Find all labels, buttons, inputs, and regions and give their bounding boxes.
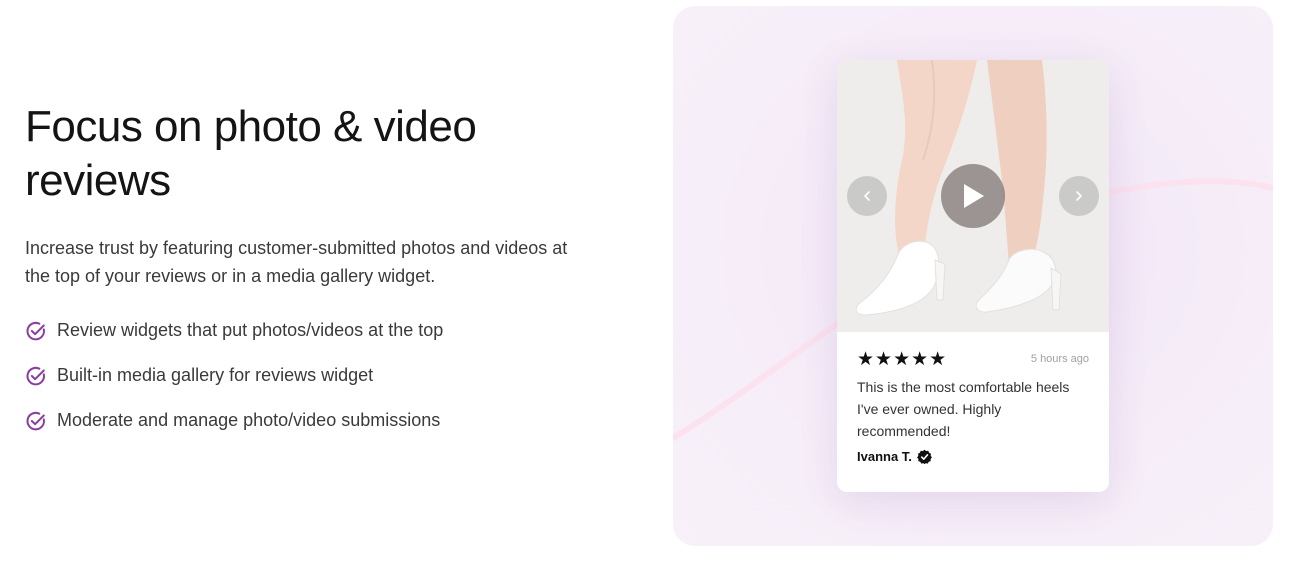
check-circle-icon [26, 321, 45, 340]
play-icon [964, 184, 984, 208]
author-name: Ivanna T. [857, 449, 912, 464]
next-media-button[interactable] [1059, 176, 1099, 216]
showcase-panel: ★★★★★ 5 hours ago This is the most comfo… [673, 6, 1273, 546]
feature-section: Focus on photo & video reviews Increase … [25, 100, 625, 443]
review-text: This is the most comfortable heels I've … [857, 379, 1070, 439]
chevron-left-icon [864, 191, 870, 201]
previous-media-button[interactable] [847, 176, 887, 216]
feature-label: Moderate and manage photo/video submissi… [57, 410, 441, 430]
check-circle-icon [26, 411, 45, 430]
feature-item: Built-in media gallery for reviews widge… [25, 353, 625, 398]
feature-list: Review widgets that put photos/videos at… [25, 308, 625, 443]
review-author: Ivanna T. [857, 449, 1089, 464]
heading-line-1: Focus on photo & video [25, 102, 477, 151]
section-description: Increase trust by featuring customer-sub… [25, 238, 568, 286]
heading-line-2: reviews [25, 156, 171, 205]
chevron-right-icon [1076, 191, 1082, 201]
review-body: ★★★★★ 5 hours ago This is the most comfo… [857, 348, 1089, 464]
review-timestamp: 5 hours ago [1030, 353, 1089, 365]
feature-label: Review widgets that put photos/videos at… [57, 320, 444, 340]
review-media [837, 60, 1109, 332]
play-video-button[interactable] [941, 164, 1005, 228]
verified-badge-icon [917, 449, 932, 464]
section-heading: Focus on photo & video reviews [25, 100, 625, 208]
review-meta: ★★★★★ 5 hours ago [857, 348, 1089, 370]
feature-item: Moderate and manage photo/video submissi… [25, 398, 625, 443]
star-rating: ★★★★★ [857, 348, 948, 370]
feature-item: Review widgets that put photos/videos at… [25, 308, 625, 353]
review-card: ★★★★★ 5 hours ago This is the most comfo… [837, 60, 1109, 492]
check-circle-icon [26, 366, 45, 385]
feature-label: Built-in media gallery for reviews widge… [57, 365, 374, 385]
